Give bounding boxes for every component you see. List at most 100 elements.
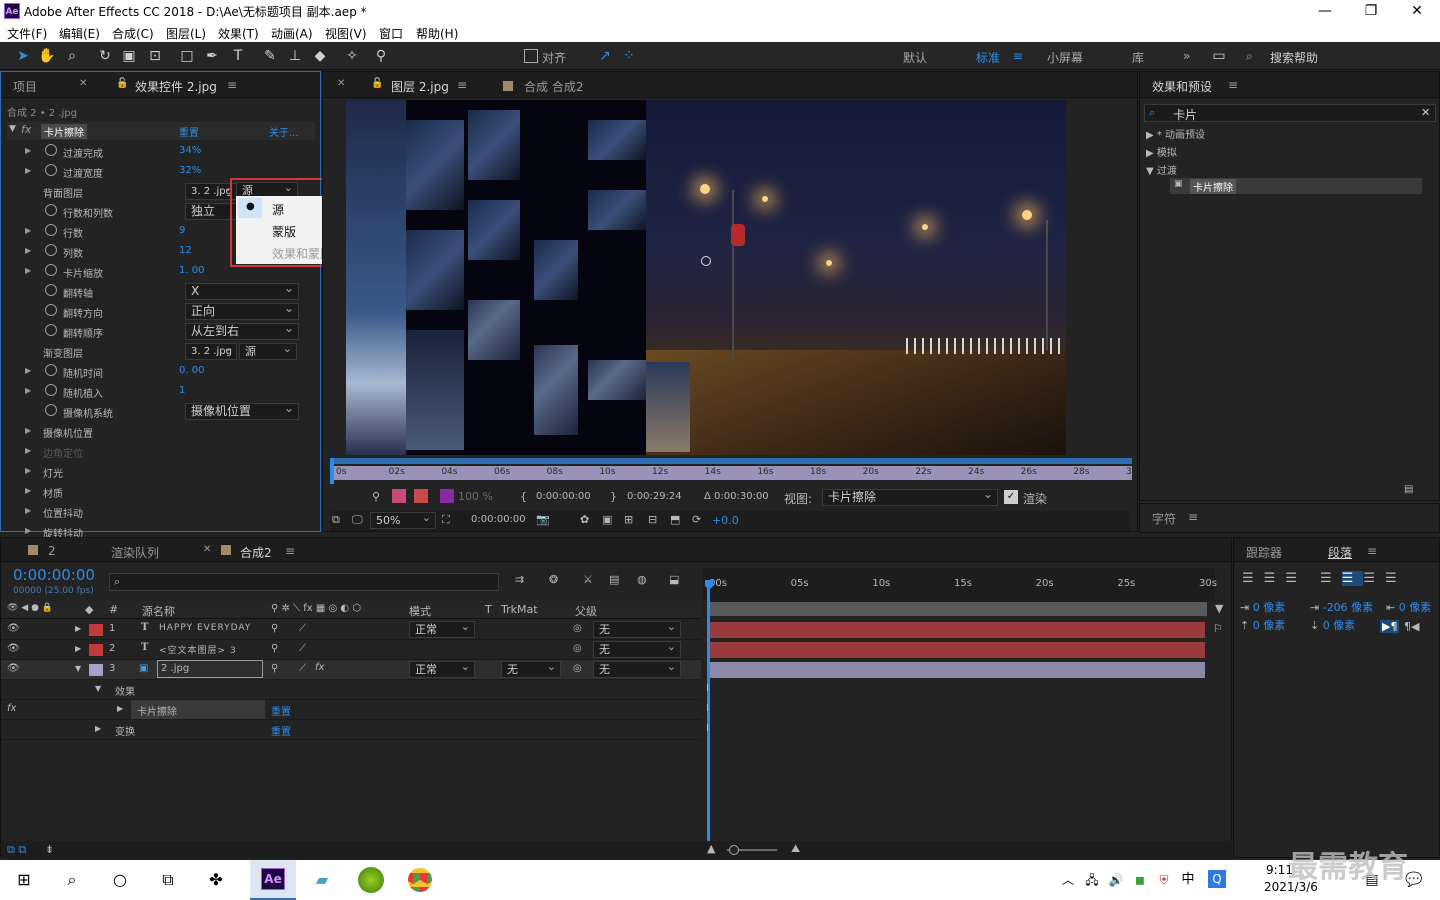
layer-name[interactable]: <空文本图层> 3 (159, 643, 237, 656)
effect-property-row[interactable]: 翻转顺序 从左到右 (7, 321, 317, 342)
layer-color-label[interactable] (89, 624, 103, 636)
parent-dropdown[interactable]: 无 (593, 639, 681, 658)
menu-animation[interactable]: 动画(A) (271, 25, 313, 42)
shy-switch-icon[interactable]: ⚲ (271, 623, 278, 634)
effect-property-row[interactable]: 翻转方向 正向 (7, 301, 317, 322)
layer-duration-bar[interactable] (709, 642, 1205, 658)
fx-icon[interactable]: fx (21, 123, 31, 136)
ime-indicator[interactable]: 中 (1176, 868, 1200, 892)
space-after-field[interactable]: ⇣ 0 像素 (1310, 617, 1355, 633)
effects-group-row[interactable]: ▼ 效果 (1, 680, 701, 700)
pen-tool-icon[interactable]: ✒ (203, 47, 221, 65)
panel-menu-icon[interactable]: ≡ (285, 544, 295, 558)
effect-reset-link[interactable]: 重置 (271, 703, 291, 718)
zoom-slider-handle[interactable] (729, 845, 739, 855)
anchor-tool-icon[interactable]: ⊡ (146, 47, 164, 65)
stopwatch-icon[interactable] (45, 364, 57, 376)
indent-left-field[interactable]: ⇥ 0 像素 (1240, 599, 1285, 615)
property-value[interactable]: 1. 00 (179, 265, 204, 276)
rectangle-tool-icon[interactable]: □ (178, 47, 196, 65)
security-icon[interactable]: ⛨ (1152, 868, 1176, 892)
roto-tool-icon[interactable]: ✧ (343, 47, 361, 65)
expand-arrow-icon[interactable]: ▶ (25, 266, 31, 275)
search-icon[interactable]: ⌕ (60, 868, 84, 892)
stopwatch-icon[interactable] (45, 244, 57, 256)
fast-preview-icon[interactable] (414, 489, 428, 503)
visibility-eye-icon[interactable]: 👁 (7, 623, 20, 634)
cortana-icon[interactable]: ○ (108, 868, 132, 892)
effect-property-row[interactable]: 摄像机系统 摄像机位置 (7, 401, 317, 422)
expand-arrow-icon[interactable]: ▶ (75, 624, 81, 633)
blend-mode-dropdown[interactable]: 正常 (409, 619, 475, 638)
eraser-tool-icon[interactable]: ◆ (311, 47, 329, 65)
in-point-icon[interactable]: { (520, 490, 527, 503)
expand-arrow-icon[interactable]: ▶ (25, 506, 31, 515)
more-workspaces-icon[interactable]: » (1183, 49, 1190, 63)
expand-arrow-icon[interactable]: ▶ (25, 246, 31, 255)
property-dropdown[interactable]: 摄像机位置 (185, 401, 299, 420)
justify-all-icon[interactable]: ☰ (1385, 571, 1407, 586)
layer-name-input[interactable]: 2 .jpg (157, 660, 263, 678)
effects-presets-title[interactable]: 效果和预设 (1152, 78, 1212, 95)
expand-arrow-icon[interactable]: ▶ (117, 704, 123, 713)
layer-row[interactable]: 👁 ▼ 3 ▣ 2 .jpg ⚲ ⟋ fx 正常 无 ◎ 无 (1, 659, 701, 680)
tree-item-simulate[interactable]: ▶ 模拟 (1146, 144, 1177, 159)
layer-duration-bar[interactable] (709, 622, 1205, 638)
workspace-menu-icon[interactable]: ≡ (1013, 49, 1023, 63)
menu-help[interactable]: 帮助(H) (416, 25, 458, 42)
work-area-bar[interactable] (330, 458, 1132, 464)
visibility-eye-icon[interactable]: 👁 (7, 663, 20, 674)
fx-icon[interactable]: fx (7, 703, 16, 714)
zoom-out-icon[interactable]: ▲ (707, 842, 715, 855)
out-point-icon[interactable]: } (610, 490, 617, 503)
property-value[interactable]: 1 (179, 385, 185, 396)
transform-row[interactable]: ▶ 变换 重置 (1, 720, 701, 740)
menu-layer[interactable]: 图层(L) (166, 25, 206, 42)
menu-option-mask[interactable]: 蒙版 (272, 223, 296, 240)
lock-icon[interactable]: 🔓 (371, 78, 383, 89)
effects-search-box[interactable]: ⌕ 卡片 ✕ (1144, 104, 1436, 122)
layer-row[interactable]: 👁 ▶ 1 T HAPPY EVERYDAY ⚲ ⟋ 正常 ◎ 无 (1, 619, 701, 640)
zoom-dropdown[interactable]: 50% (370, 510, 436, 529)
tree-item-transition[interactable]: ▼ 过渡 (1146, 162, 1177, 177)
property-dropdown[interactable]: X (185, 281, 299, 300)
reset-exposure-icon[interactable]: ⟳ (692, 513, 701, 526)
workspace-standard[interactable]: 标准 (976, 49, 1000, 66)
in-time[interactable]: 0:00:00:00 (536, 491, 591, 502)
effect-name-cell[interactable]: 卡片擦除 (131, 700, 265, 719)
panel-menu-icon[interactable]: ≡ (1367, 544, 1377, 558)
effect-name[interactable]: 卡片擦除 (41, 124, 87, 139)
expand-arrow-icon[interactable]: ▶ (25, 446, 31, 455)
panel-menu-icon[interactable]: ≡ (1188, 510, 1198, 524)
shy-switch-icon[interactable]: ⚲ (271, 663, 278, 674)
gradient-layer-mode-dropdown[interactable]: 源 (239, 341, 297, 360)
exposure-value[interactable]: +0.0 (712, 514, 739, 527)
pinwheel-app-icon[interactable]: ✤ (204, 868, 228, 892)
timeline-search-input[interactable]: ⌕ (109, 573, 499, 591)
property-value[interactable]: 9 (179, 225, 185, 236)
close-tab-icon[interactable]: ✕ (79, 78, 87, 89)
hand-tool-icon[interactable]: ✋ (38, 47, 56, 65)
pick-whip-icon[interactable]: ◎ (573, 643, 582, 654)
zoom-in-icon[interactable]: ⛰ (791, 842, 800, 856)
composition-viewer[interactable] (346, 100, 1066, 455)
taskbar-ae-active[interactable]: Ae (250, 860, 296, 900)
expand-arrow-icon[interactable]: ▶ (25, 426, 31, 435)
stopwatch-icon[interactable] (45, 324, 57, 336)
close-button[interactable]: ✕ (1394, 1, 1440, 21)
expand-arrow-icon[interactable]: ▶ (25, 226, 31, 235)
property-dropdown[interactable]: 从左到右 (185, 321, 299, 340)
close-tab-icon[interactable]: ✕ (337, 78, 345, 89)
justify-left-icon[interactable]: ☰ (1320, 571, 1342, 586)
property-value[interactable]: 34% (179, 145, 201, 156)
expand-arrow-icon[interactable]: ▶ (75, 644, 81, 653)
stopwatch-icon[interactable] (45, 224, 57, 236)
timeline-timecode[interactable]: 0:00:00:00 (13, 566, 95, 584)
property-value[interactable]: 32% (179, 165, 201, 176)
expand-arrow-icon[interactable]: ▼ (9, 124, 16, 134)
parent-dropdown[interactable]: 无 (593, 619, 681, 638)
quality-switch-icon[interactable]: ⟋ (299, 623, 306, 634)
tab-layer[interactable]: 图层 2.jpg (391, 78, 449, 95)
tree-item-animation-presets[interactable]: ▶ * 动画预设 (1146, 126, 1205, 141)
workspace-small[interactable]: 小屏幕 (1047, 49, 1083, 66)
